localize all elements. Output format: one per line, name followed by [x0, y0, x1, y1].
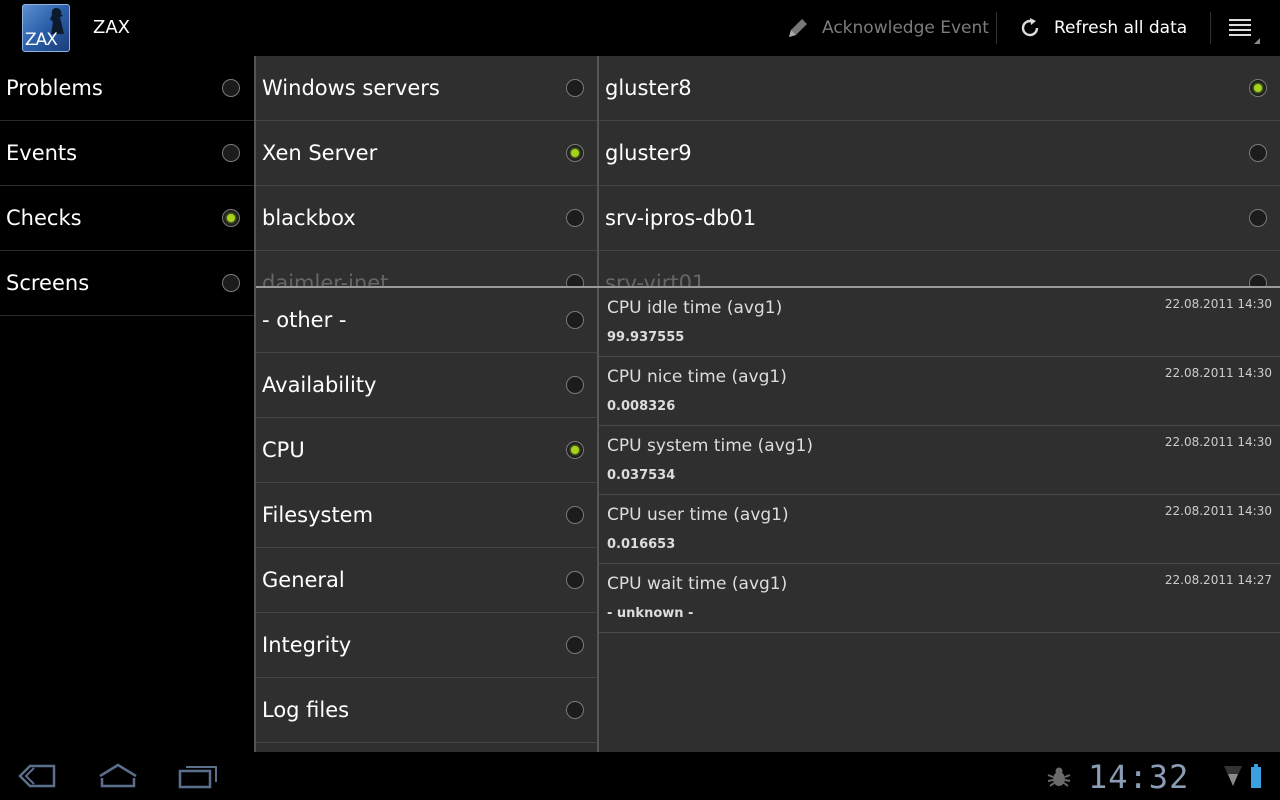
application-label: General	[262, 568, 345, 592]
nav-item-label: Checks	[6, 206, 82, 230]
item-timestamp: 22.08.2011 14:30	[1164, 504, 1272, 518]
radio-indicator[interactable]	[1249, 209, 1267, 227]
radio-indicator[interactable]	[566, 144, 584, 162]
radio-indicator[interactable]	[566, 701, 584, 719]
hostgroup-item[interactable]: daimler-inet	[256, 251, 598, 288]
radio-indicator[interactable]	[566, 311, 584, 329]
application-label: CPU	[262, 438, 305, 462]
wifi-signal-icon	[1224, 766, 1242, 786]
host-item[interactable]: gluster9	[599, 121, 1280, 186]
nav-item-events[interactable]: Events	[0, 121, 254, 186]
nav-list: Problems Events Checks Screens	[0, 56, 254, 752]
item-value: - unknown -	[607, 606, 694, 621]
host-label: gluster9	[605, 141, 692, 165]
overflow-menu-button[interactable]	[1210, 0, 1280, 56]
radio-indicator[interactable]	[222, 274, 240, 292]
item-timestamp: 22.08.2011 14:30	[1164, 366, 1272, 380]
acknowledge-event-label: Acknowledge Event	[822, 18, 989, 38]
application-item[interactable]: General	[256, 548, 598, 613]
item-value: 0.037534	[607, 468, 676, 483]
nav-item-problems[interactable]: Problems	[0, 56, 254, 121]
home-icon[interactable]	[96, 762, 140, 790]
item-name: CPU user time (avg1)	[607, 505, 789, 525]
item-value: 0.016653	[607, 537, 676, 552]
host-label: srv-ipros-db01	[605, 206, 757, 230]
radio-indicator[interactable]	[566, 376, 584, 394]
item-name: CPU nice time (avg1)	[607, 367, 787, 387]
item-list: CPU idle time (avg1) 22.08.2011 14:30 99…	[597, 288, 1280, 752]
application-item[interactable]: Integrity	[256, 613, 598, 678]
host-label: gluster8	[605, 76, 692, 100]
menu-icon	[1229, 19, 1251, 39]
hostgroup-label: Windows servers	[262, 76, 440, 100]
item-timestamp: 22.08.2011 14:30	[1164, 435, 1272, 449]
nav-item-screens[interactable]: Screens	[0, 251, 254, 316]
item-value: 99.937555	[607, 330, 685, 345]
hostgroup-item[interactable]: Xen Server	[256, 121, 598, 186]
application-item[interactable]: Filesystem	[256, 483, 598, 548]
actionbar-divider	[996, 12, 997, 44]
list-item[interactable]: CPU wait time (avg1) 22.08.2011 14:27 - …	[599, 564, 1280, 633]
application-label: Integrity	[262, 633, 352, 657]
hostgroup-item[interactable]: Windows servers	[256, 56, 598, 121]
radio-indicator[interactable]	[566, 79, 584, 97]
host-item[interactable]: gluster8	[599, 56, 1280, 121]
radio-indicator[interactable]	[222, 79, 240, 97]
item-name: CPU system time (avg1)	[607, 436, 813, 456]
debug-bug-icon	[1047, 767, 1071, 787]
application-item[interactable]: - other -	[256, 288, 598, 353]
radio-indicator[interactable]	[566, 636, 584, 654]
pencil-icon	[784, 14, 812, 42]
radio-indicator[interactable]	[222, 209, 240, 227]
radio-indicator[interactable]	[566, 571, 584, 589]
host-item[interactable]: srv-virt01	[599, 251, 1280, 288]
hostgroup-label: blackbox	[262, 206, 356, 230]
list-item[interactable]: CPU nice time (avg1) 22.08.2011 14:30 0.…	[599, 357, 1280, 426]
radio-indicator[interactable]	[1249, 79, 1267, 97]
application-label: - other -	[262, 308, 347, 332]
action-bar: ZAX ZAX Acknowledge Event Refresh all da…	[0, 0, 1280, 56]
overflow-indicator-icon	[1254, 38, 1260, 44]
nav-item-label: Screens	[6, 271, 90, 295]
radio-indicator[interactable]	[222, 144, 240, 162]
item-timestamp: 22.08.2011 14:27	[1164, 573, 1272, 587]
nav-item-label: Problems	[6, 76, 103, 100]
application-label: Log files	[262, 698, 350, 722]
refresh-all-label: Refresh all data	[1054, 18, 1188, 38]
list-item[interactable]: CPU system time (avg1) 22.08.2011 14:30 …	[599, 426, 1280, 495]
refresh-all-button[interactable]: Refresh all data	[1016, 0, 1187, 56]
acknowledge-event-button[interactable]: Acknowledge Event	[784, 0, 989, 56]
hostgroup-item[interactable]: blackbox	[256, 186, 598, 251]
item-timestamp: 22.08.2011 14:30	[1164, 297, 1272, 311]
nav-item-label: Events	[6, 141, 78, 165]
app-icon-text: ZAX	[25, 30, 58, 50]
status-clock: 14:32	[1088, 758, 1190, 796]
nav-item-checks[interactable]: Checks	[0, 186, 254, 251]
application-item[interactable]: CPU	[256, 418, 598, 483]
item-value: 0.008326	[607, 399, 676, 414]
application-item[interactable]: Availability	[256, 353, 598, 418]
app-title: ZAX	[93, 17, 130, 38]
application-label: Availability	[262, 373, 377, 397]
application-list: - other - Availability CPU Filesystem Ge…	[254, 288, 598, 752]
application-label: Filesystem	[262, 503, 374, 527]
list-item[interactable]: CPU user time (avg1) 22.08.2011 14:30 0.…	[599, 495, 1280, 564]
recent-apps-icon[interactable]	[176, 762, 220, 790]
radio-indicator[interactable]	[566, 209, 584, 227]
list-item[interactable]: CPU idle time (avg1) 22.08.2011 14:30 99…	[599, 288, 1280, 357]
radio-indicator[interactable]	[566, 441, 584, 459]
item-name: CPU wait time (avg1)	[607, 574, 788, 594]
battery-icon	[1251, 764, 1261, 788]
radio-indicator[interactable]	[1249, 144, 1267, 162]
radio-indicator[interactable]	[566, 506, 584, 524]
refresh-icon	[1016, 14, 1044, 42]
hostgroup-label: Xen Server	[262, 141, 378, 165]
host-list: gluster8 gluster9 srv-ipros-db01 srv-vir…	[597, 56, 1280, 288]
application-item[interactable]: Log files	[256, 678, 598, 743]
host-item[interactable]: srv-ipros-db01	[599, 186, 1280, 251]
app-logo-icon[interactable]: ZAX	[22, 4, 70, 52]
back-icon[interactable]	[16, 762, 60, 790]
hostgroup-list: Windows servers Xen Server blackbox daim…	[254, 56, 598, 288]
item-name: CPU idle time (avg1)	[607, 298, 783, 318]
